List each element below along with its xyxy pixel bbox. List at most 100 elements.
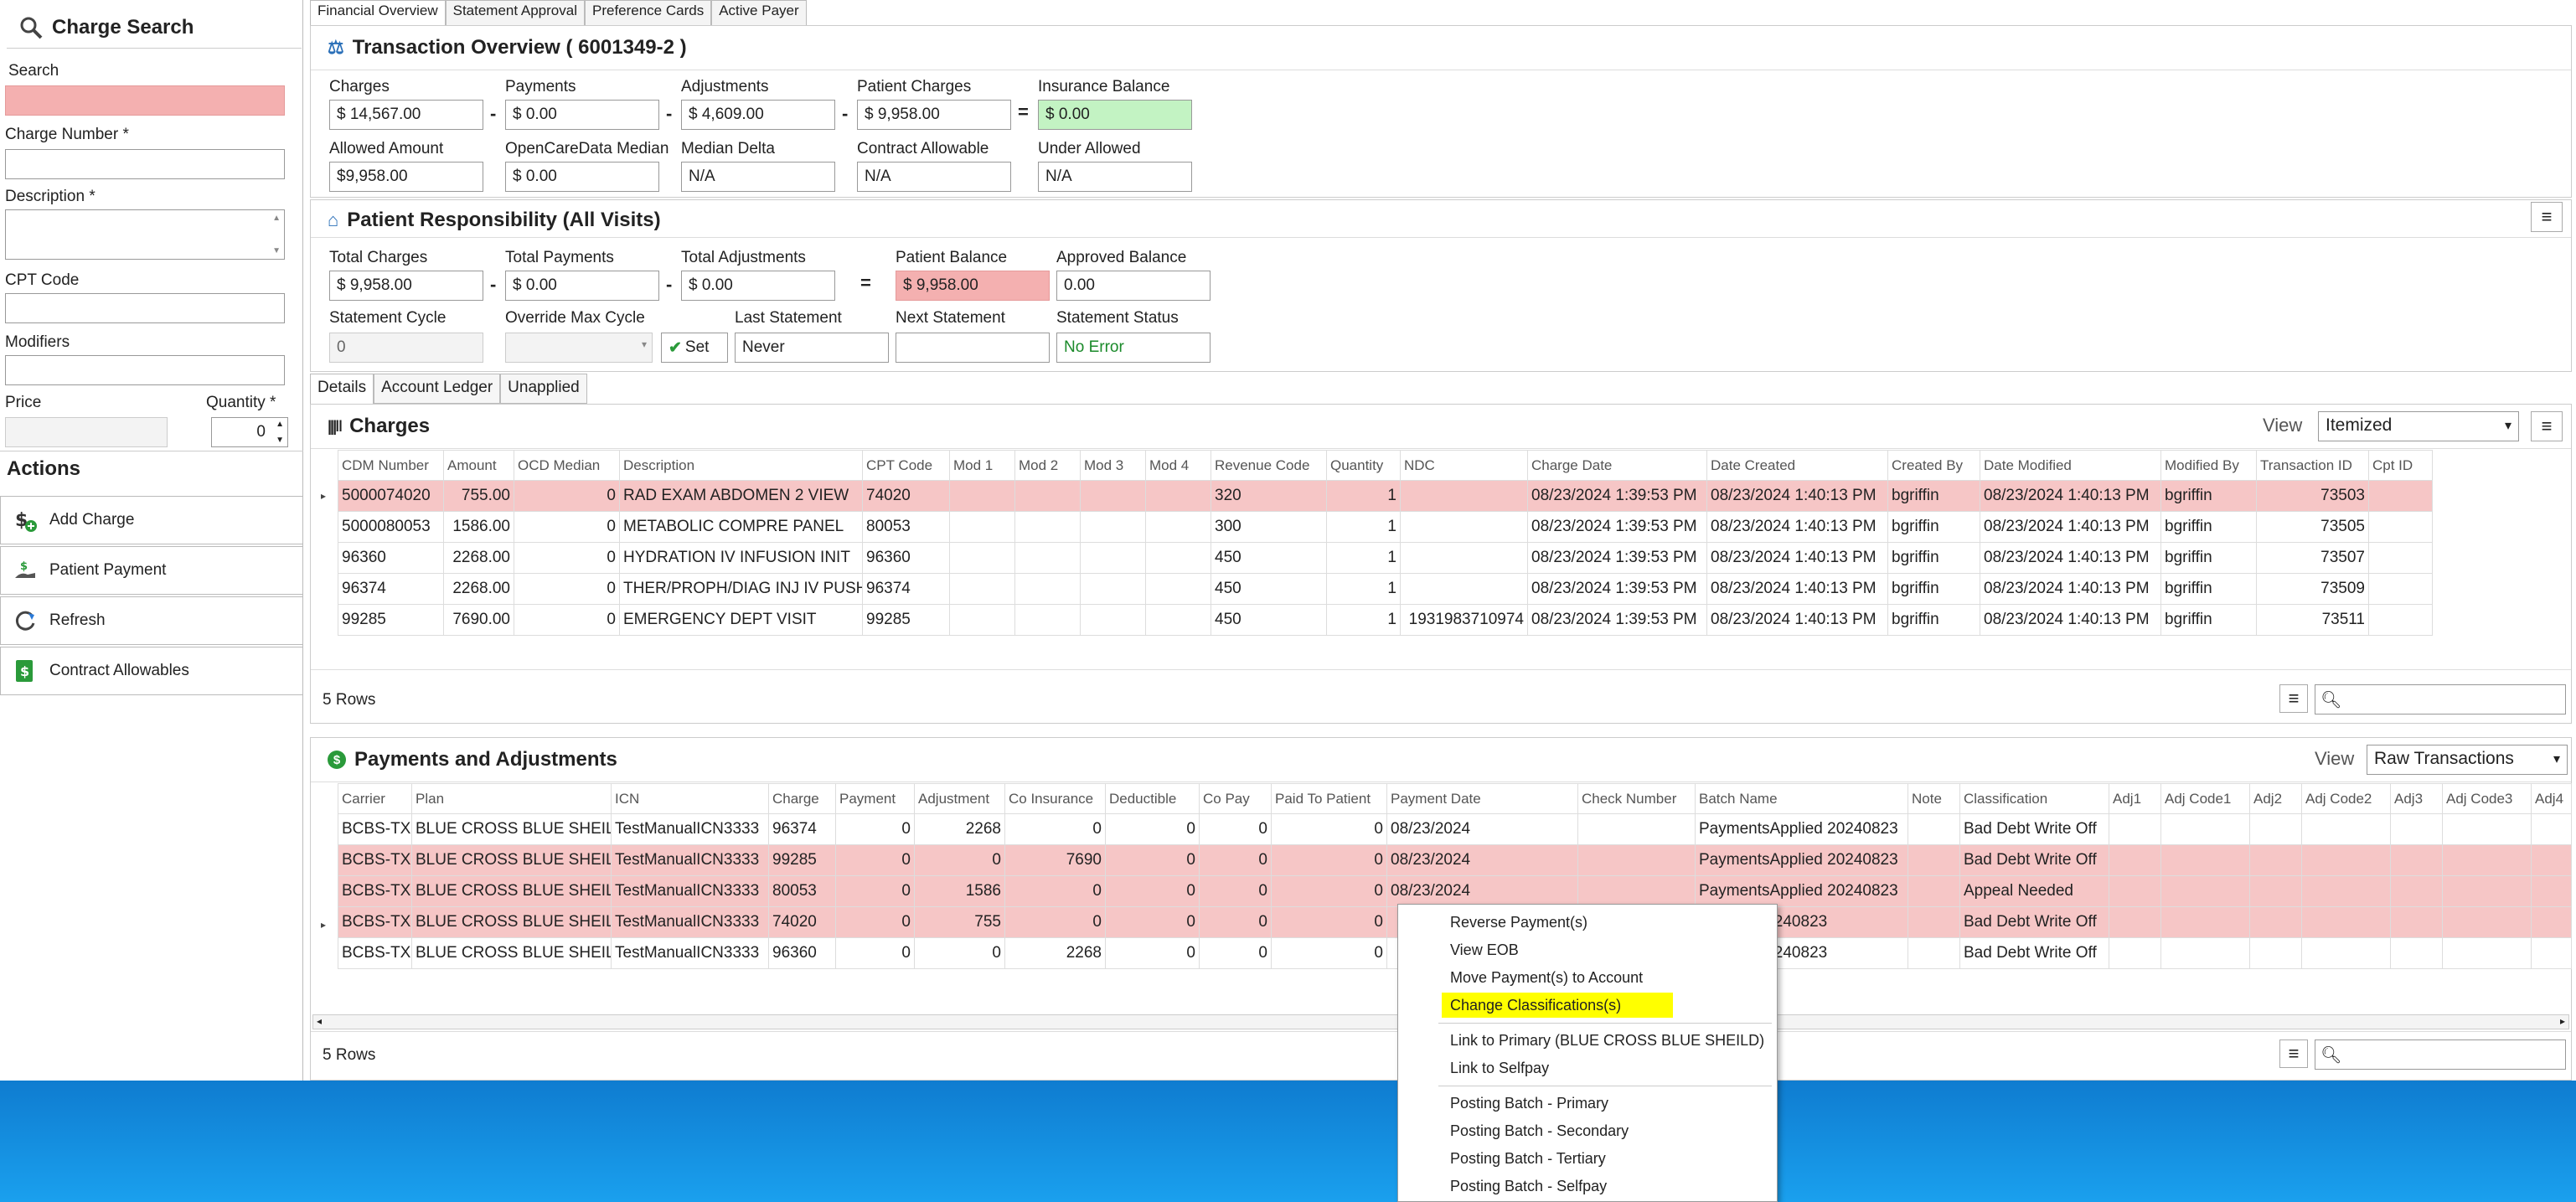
column-header[interactable]: Co Pay — [1199, 783, 1272, 814]
table-row[interactable]: BCBS-TX BLUE CROSS BLUE SHEILD TestManualI… — [338, 844, 2572, 876]
column-header[interactable]: Classification — [1959, 783, 2109, 814]
column-header[interactable]: Mod 4 — [1145, 450, 1211, 481]
column-header[interactable]: OCD Median — [514, 450, 620, 481]
allowed-amount-field[interactable]: $9,958.00 — [329, 162, 483, 192]
table-row[interactable]: BCBS-TX BLUE CROSS BLUE SHEILD TestManualI… — [338, 875, 2572, 907]
tab-details[interactable]: Details — [310, 374, 374, 404]
column-header[interactable]: Transaction ID — [2256, 450, 2369, 481]
payments-view-select[interactable]: Raw Transactions — [2367, 745, 2568, 775]
table-row[interactable]: 96374 2268.00 0 THER/PROPH/DIAG INJ IV PUSH… — [338, 573, 2433, 605]
stepper-up-icon[interactable]: ▲ — [276, 420, 284, 429]
scroll-down-icon[interactable]: ▼ — [272, 246, 281, 255]
column-header[interactable]: Mod 1 — [949, 450, 1015, 481]
column-header[interactable]: Charge Date — [1527, 450, 1707, 481]
tab-statement-approval[interactable]: Statement Approval — [445, 0, 585, 25]
column-header[interactable]: Paid To Patient — [1271, 783, 1387, 814]
tab-active-payer[interactable]: Active Payer — [711, 0, 807, 25]
menu-item-view-eob[interactable]: View EOB — [1442, 937, 1527, 962]
column-header[interactable]: Revenue Code — [1211, 450, 1327, 481]
column-header[interactable]: Adj1 — [2109, 783, 2161, 814]
statement-cycle-field[interactable]: 0 — [329, 333, 483, 363]
total-charges-field[interactable]: $ 9,958.00 — [329, 271, 483, 301]
menu-item-reverse-payment[interactable]: Reverse Payment(s) — [1442, 910, 1596, 935]
column-header[interactable]: NDC — [1400, 450, 1528, 481]
refresh-button[interactable]: Refresh — [0, 596, 303, 645]
cpt-code-field[interactable] — [5, 293, 285, 323]
scroll-right-icon[interactable]: ▸ — [2560, 1015, 2565, 1027]
menu-item-change-classifications[interactable]: Change Classifications(s) — [1442, 993, 1673, 1018]
column-header[interactable]: Carrier — [338, 783, 412, 814]
patient-payment-button[interactable]: $ Patient Payment — [0, 546, 303, 595]
column-header[interactable]: Quantity — [1326, 450, 1401, 481]
under-allowed-field[interactable]: N/A — [1038, 162, 1192, 192]
charges-search-input[interactable]: 🔍︎ — [2315, 684, 2566, 714]
column-header[interactable]: Payment — [835, 783, 915, 814]
menu-item-move-payment[interactable]: Move Payment(s) to Account — [1442, 965, 1651, 990]
last-statement-field[interactable]: Never — [735, 333, 889, 363]
add-charge-button[interactable]: $ Add Charge — [0, 496, 303, 544]
modifiers-field[interactable] — [5, 355, 285, 385]
column-header[interactable]: Adj Code3 — [2442, 783, 2532, 814]
median-delta-field[interactable]: N/A — [681, 162, 835, 192]
hamburger-menu-icon[interactable]: ≡ — [2279, 1039, 2308, 1068]
ocd-median-field[interactable]: $ 0.00 — [505, 162, 659, 192]
payments-field[interactable]: $ 0.00 — [505, 100, 659, 130]
table-row[interactable]: 5000080053 1586.00 0 METABOLIC COMPRE PANEL… — [338, 511, 2433, 543]
column-header[interactable]: Plan — [411, 783, 612, 814]
column-header[interactable]: Adj3 — [2390, 783, 2443, 814]
stepper-down-icon[interactable]: ▼ — [276, 436, 284, 445]
column-header[interactable]: Adj Code1 — [2160, 783, 2250, 814]
menu-item-posting-batch-selfpay[interactable]: Posting Batch - Selfpay — [1442, 1174, 1615, 1199]
menu-item-posting-batch-tertiary[interactable]: Posting Batch - Tertiary — [1442, 1146, 1614, 1171]
tab-unapplied[interactable]: Unapplied — [500, 374, 587, 404]
search-input[interactable] — [5, 85, 285, 116]
column-header[interactable]: CDM Number — [338, 450, 444, 481]
column-header[interactable]: Modified By — [2160, 450, 2257, 481]
scroll-left-icon[interactable]: ◂ — [317, 1015, 322, 1027]
table-row[interactable]: 5000074020 755.00 0 RAD EXAM ABDOMEN 2 VIEW… — [338, 480, 2433, 512]
total-payments-field[interactable]: $ 0.00 — [505, 271, 659, 301]
column-header[interactable]: Deductible — [1105, 783, 1200, 814]
charges-field[interactable]: $ 14,567.00 — [329, 100, 483, 130]
scroll-up-icon[interactable]: ▲ — [272, 214, 281, 223]
column-header[interactable]: Adj4 — [2531, 783, 2572, 814]
patient-charges-field[interactable]: $ 9,958.00 — [857, 100, 1011, 130]
column-header[interactable]: Batch Name — [1695, 783, 1908, 814]
insurance-balance-field[interactable]: $ 0.00 — [1038, 100, 1192, 130]
adjustments-field[interactable]: $ 4,609.00 — [681, 100, 835, 130]
menu-item-posting-batch-primary[interactable]: Posting Batch - Primary — [1442, 1091, 1617, 1116]
column-header[interactable]: Adj Code2 — [2301, 783, 2391, 814]
column-header[interactable]: ICN — [611, 783, 769, 814]
price-field[interactable] — [5, 417, 168, 447]
patient-balance-field[interactable]: $ 9,958.00 — [896, 271, 1050, 301]
approved-balance-field[interactable]: 0.00 — [1056, 271, 1211, 301]
column-header[interactable]: Description — [619, 450, 863, 481]
table-row[interactable]: 99285 7690.00 0 EMERGENCY DEPT VISIT 99285 45… — [338, 604, 2433, 636]
menu-item-link-to-selfpay[interactable]: Link to Selfpay — [1442, 1055, 1557, 1081]
quantity-stepper[interactable]: 0 ▲ ▼ — [211, 417, 288, 447]
column-header[interactable]: Note — [1907, 783, 1960, 814]
tab-financial-overview[interactable]: Financial Overview — [310, 0, 446, 25]
column-header[interactable]: Date Modified — [1980, 450, 2161, 481]
charges-view-select[interactable]: Itemized — [2318, 411, 2519, 441]
contract-allowables-button[interactable]: $ Contract Allowables — [0, 647, 303, 695]
description-field[interactable]: ▲ ▼ — [5, 209, 285, 260]
tab-account-ledger[interactable]: Account Ledger — [374, 374, 501, 404]
column-header[interactable]: Amount — [443, 450, 514, 481]
charge-number-field[interactable] — [5, 149, 285, 179]
column-header[interactable]: Mod 2 — [1014, 450, 1081, 481]
payments-search-input[interactable]: 🔍︎ — [2315, 1039, 2566, 1070]
column-header[interactable]: Date Created — [1706, 450, 1888, 481]
column-header[interactable]: CPT Code — [862, 450, 950, 481]
column-header[interactable]: Created By — [1887, 450, 1980, 481]
tab-preference-cards[interactable]: Preference Cards — [584, 0, 712, 25]
column-header[interactable]: Cpt ID — [2368, 450, 2433, 481]
column-header[interactable]: Charge — [768, 783, 836, 814]
column-header[interactable]: Adj2 — [2249, 783, 2302, 814]
menu-item-link-to-primary[interactable]: Link to Primary (BLUE CROSS BLUE SHEILD) — [1442, 1028, 1773, 1053]
column-header[interactable]: Adjustment — [914, 783, 1005, 814]
column-header[interactable]: Payment Date — [1386, 783, 1578, 814]
column-header[interactable]: Check Number — [1577, 783, 1696, 814]
table-row[interactable]: BCBS-TX BLUE CROSS BLUE SHEILD TestManualI… — [338, 813, 2572, 845]
set-button[interactable]: ✔ Set — [661, 333, 728, 363]
